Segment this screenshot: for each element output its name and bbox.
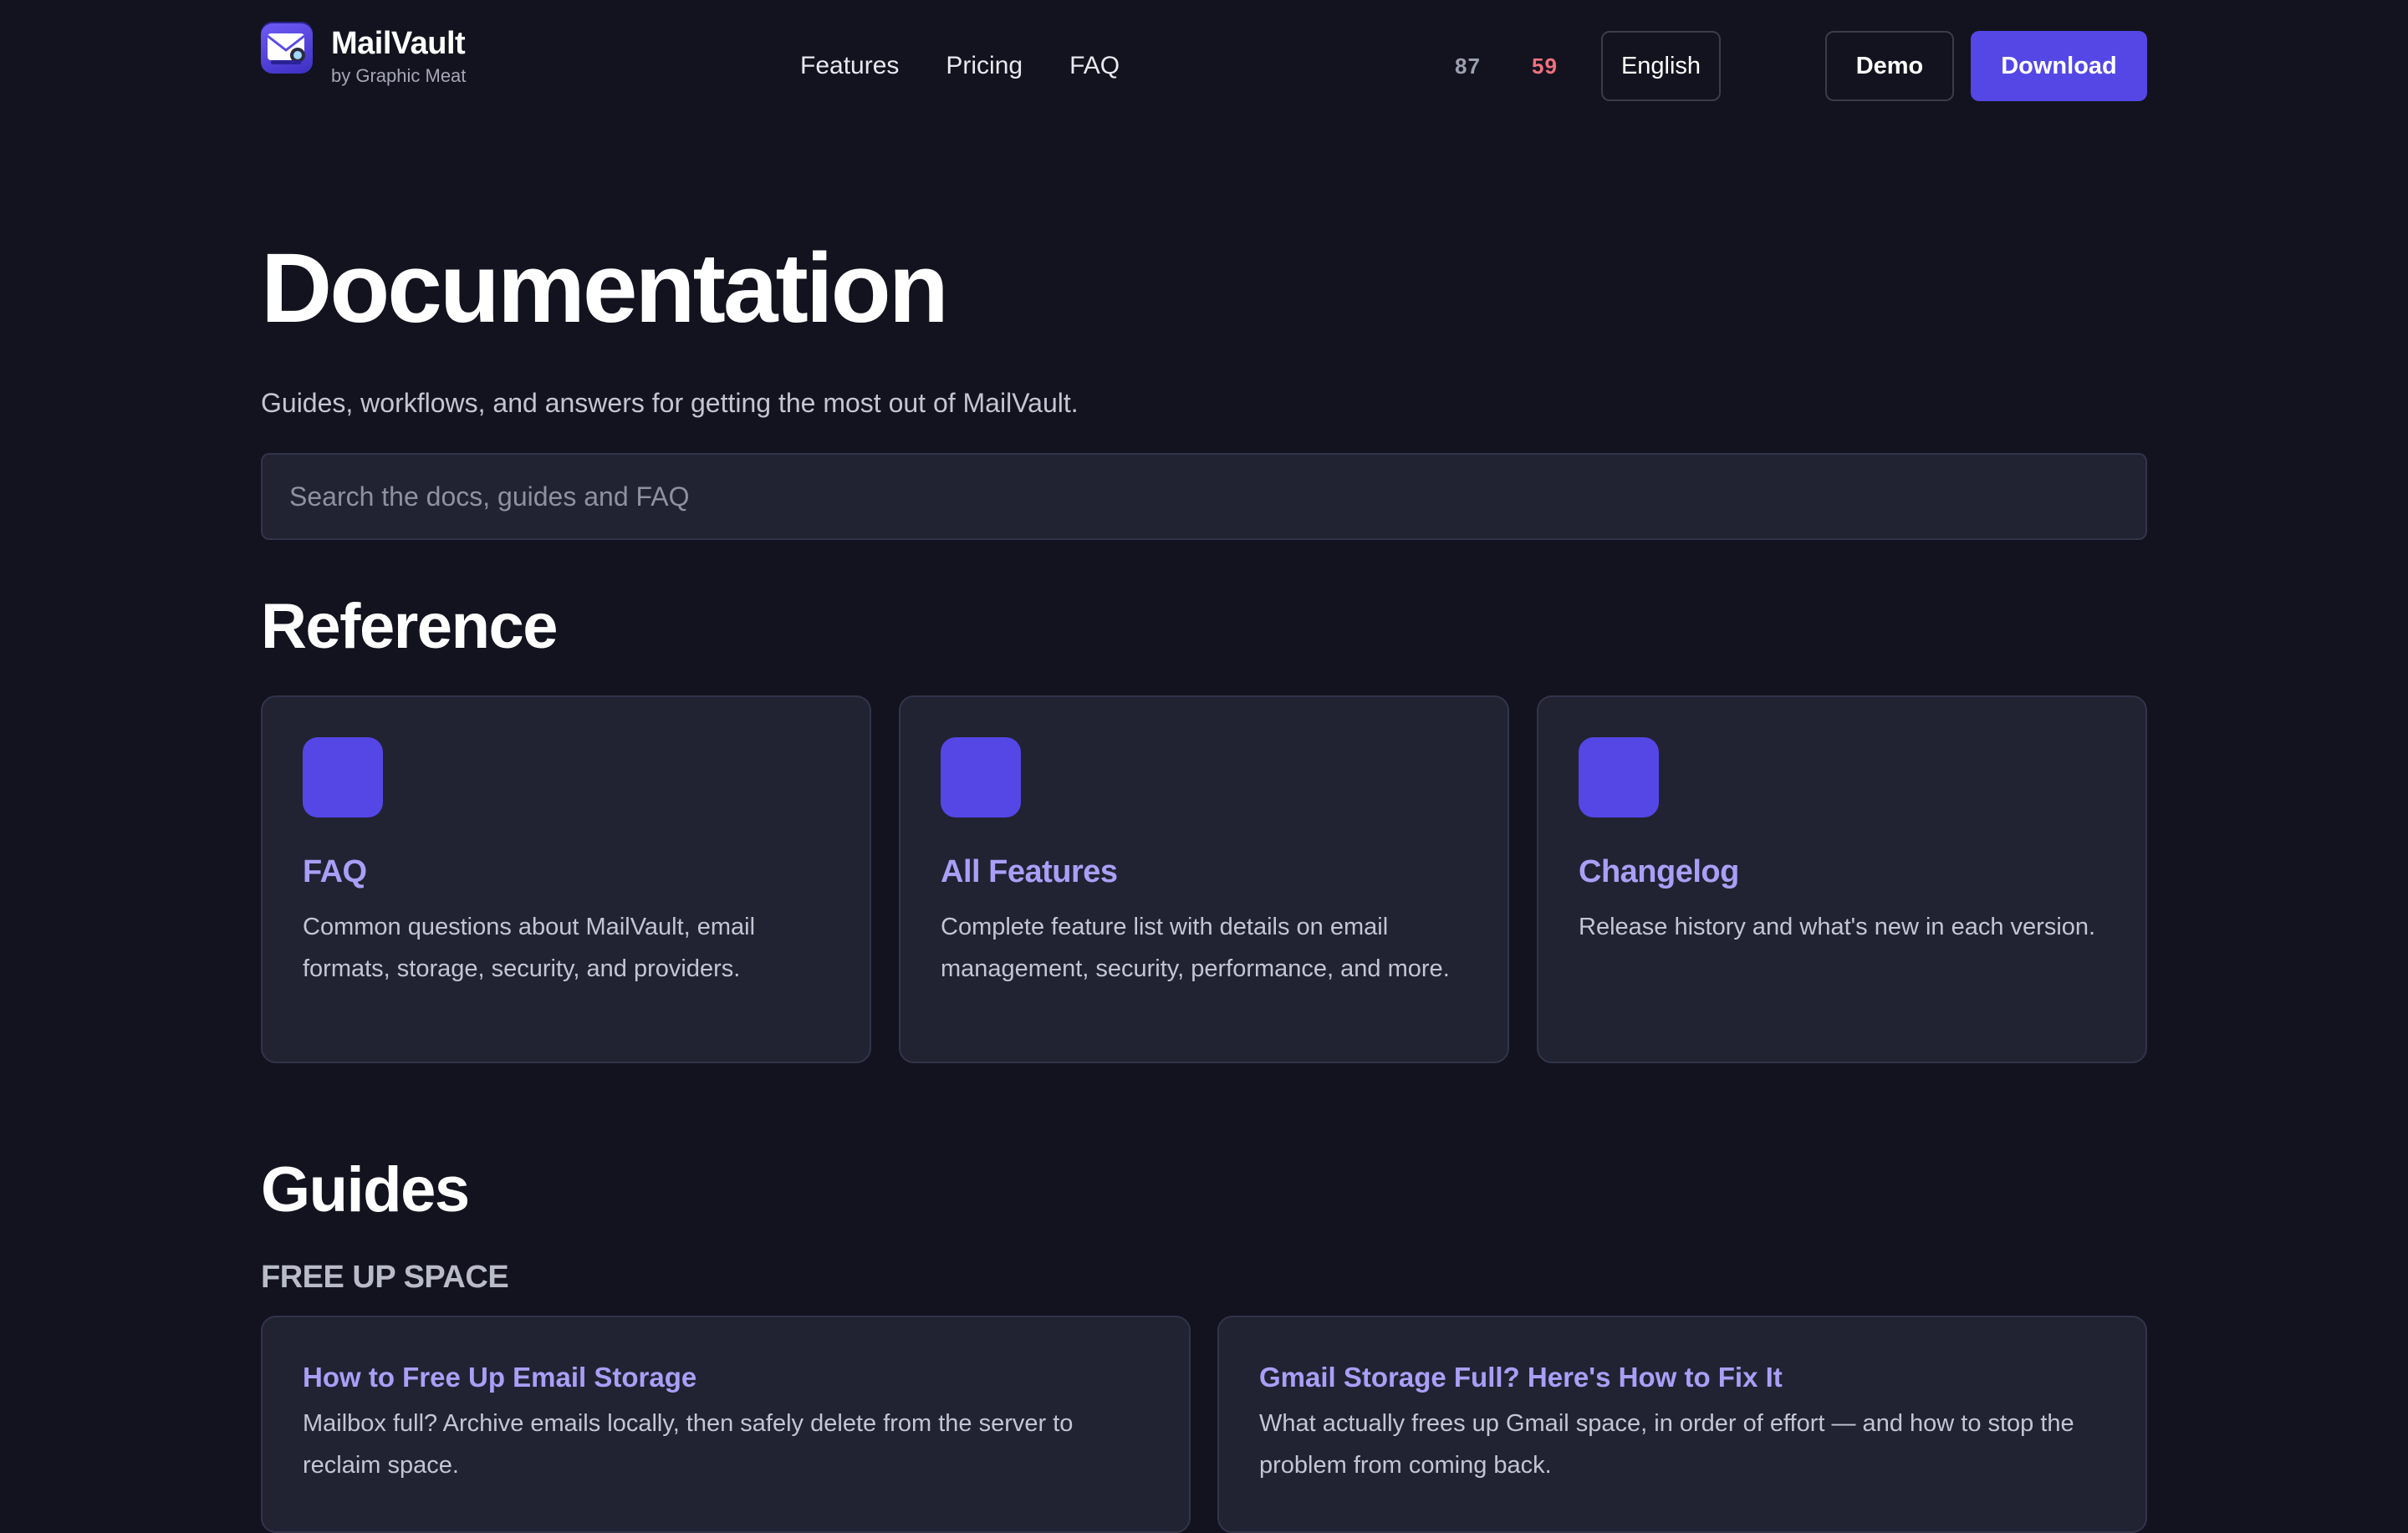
features-icon — [941, 737, 1021, 817]
guide-card[interactable]: Gmail Storage Full? Here's How to Fix It… — [1217, 1316, 2147, 1533]
demo-button[interactable]: Demo — [1825, 31, 1954, 101]
mail-envelope-icon — [261, 22, 313, 74]
reference-card-changelog[interactable]: Changelog Release history and what's new… — [1537, 695, 2147, 1063]
logo-graphic — [267, 33, 305, 64]
card-title[interactable]: All Features — [941, 851, 1467, 893]
search-input[interactable] — [261, 453, 2147, 540]
guide-title[interactable]: How to Free Up Email Storage — [303, 1359, 1149, 1396]
reference-card-features[interactable]: All Features Complete feature list with … — [899, 695, 1509, 1063]
brand[interactable]: MailVault by Graphic Meat — [261, 22, 466, 89]
reference-heading: Reference — [261, 591, 559, 662]
card-title[interactable]: FAQ — [303, 851, 829, 893]
main-nav: Features Pricing FAQ — [800, 48, 1120, 84]
nav-pricing[interactable]: Pricing — [946, 48, 1023, 84]
changelog-icon — [1579, 737, 1659, 817]
download-button[interactable]: Download — [1971, 31, 2147, 101]
page-subtitle: Guides, workflows, and answers for getti… — [261, 388, 1079, 418]
guide-card[interactable]: How to Free Up Email Storage Mailbox ful… — [261, 1316, 1191, 1533]
brand-name: MailVault — [331, 26, 466, 61]
nav-features[interactable]: Features — [800, 48, 899, 84]
guide-category-label: FREE UP SPACE — [261, 1260, 509, 1295]
site-header: MailVault by Graphic Meat Features Prici… — [261, 0, 2147, 134]
card-description: Common questions about MailVault, email … — [303, 914, 756, 982]
card-title[interactable]: Changelog — [1579, 851, 2105, 893]
faq-icon — [303, 737, 383, 817]
guide-description: Mailbox full? Archive emails locally, th… — [303, 1410, 1074, 1479]
card-description: Release history and what's new in each v… — [1579, 914, 2096, 940]
guides-heading: Guides — [261, 1154, 470, 1225]
language-selector[interactable]: English — [1601, 31, 1721, 101]
stat-count-highlight[interactable]: 59 — [1532, 52, 1558, 80]
card-description: Complete feature list with details on em… — [941, 914, 1450, 982]
page-title: Documentation — [261, 233, 949, 344]
nav-faq[interactable]: FAQ — [1069, 48, 1120, 84]
reference-card-faq[interactable]: FAQ Common questions about MailVault, em… — [261, 695, 871, 1063]
guide-title[interactable]: Gmail Storage Full? Here's How to Fix It — [1259, 1359, 2105, 1396]
guide-description: What actually frees up Gmail space, in o… — [1259, 1410, 2074, 1479]
stat-count[interactable]: 87 — [1455, 52, 1481, 80]
brand-tagline: by Graphic Meat — [331, 65, 467, 86]
brand-text: MailVault by Graphic Meat — [331, 22, 466, 89]
